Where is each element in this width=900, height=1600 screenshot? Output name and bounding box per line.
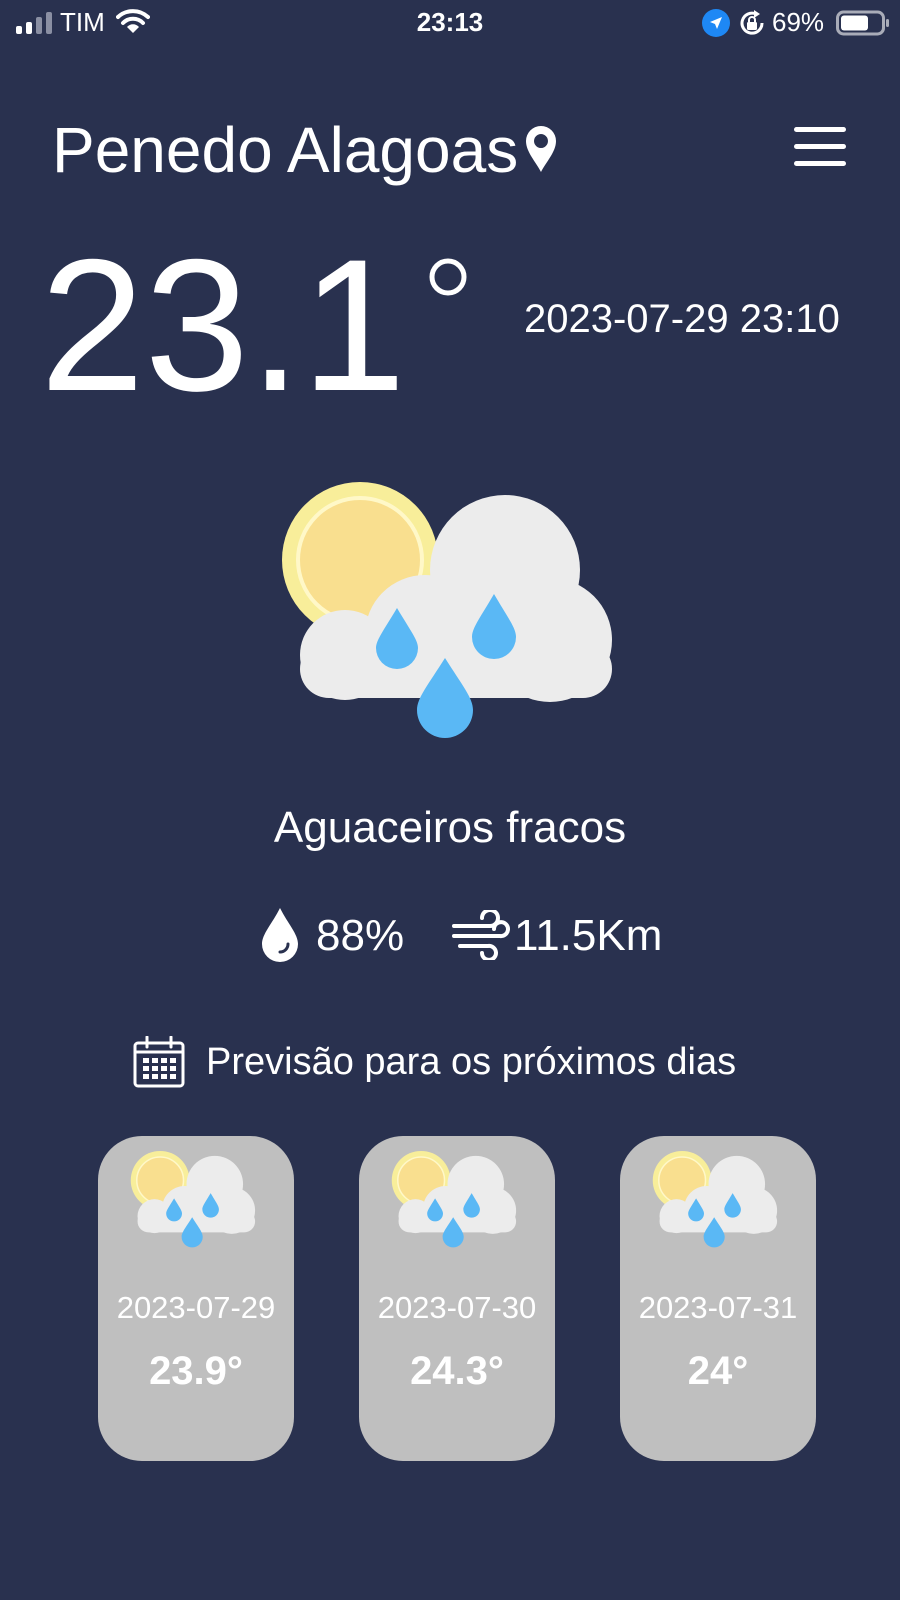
battery-percentage: 69% (772, 7, 825, 37)
forecast-card[interactable]: 2023-07-30 24.3° (359, 1136, 555, 1461)
forecast-title: Previsão para os próximos dias (206, 1041, 737, 1083)
battery-icon (836, 10, 889, 36)
forecast-date: 2023-07-31 (638, 1290, 798, 1325)
humidity-drop-icon (262, 908, 298, 962)
temperature-value: 23.1 (40, 220, 406, 430)
sun-cloud-rain-icon (130, 1150, 256, 1249)
wind-speed-value: 11.5Km (514, 911, 663, 960)
status-bar: TIM 23:13 69% (0, 0, 900, 48)
rotation-lock-icon (740, 10, 764, 35)
map-pin-icon (526, 126, 556, 172)
location-arrow-icon (702, 9, 730, 37)
current-temperature: 23.1 (40, 225, 468, 425)
sun-cloud-rain-icon (652, 1150, 778, 1249)
sun-cloud-rain-icon (391, 1150, 517, 1249)
weather-condition: Aguaceiros fracos (273, 803, 627, 852)
forecast-card[interactable]: 2023-07-29 23.9° (98, 1136, 294, 1461)
calendar-icon (133, 1036, 185, 1088)
forecast-temperature: 24.3° (410, 1349, 504, 1393)
forecast-card[interactable]: 2023-07-31 24° (620, 1136, 816, 1461)
forecast-temperature: 23.9° (149, 1349, 243, 1393)
humidity-value: 88% (316, 911, 405, 960)
forecast-temperature: 24° (687, 1349, 749, 1393)
sun-cloud-rain-icon (280, 480, 614, 740)
wind-icon (452, 910, 510, 960)
hamburger-menu-icon[interactable] (790, 122, 850, 172)
forecast-date: 2023-07-30 (377, 1290, 537, 1325)
current-datetime: 2023-07-29 23:10 (524, 297, 840, 341)
degree-symbol-icon (429, 258, 467, 296)
city-name: Penedo Alagoas (52, 114, 519, 186)
forecast-date: 2023-07-29 (116, 1290, 276, 1325)
